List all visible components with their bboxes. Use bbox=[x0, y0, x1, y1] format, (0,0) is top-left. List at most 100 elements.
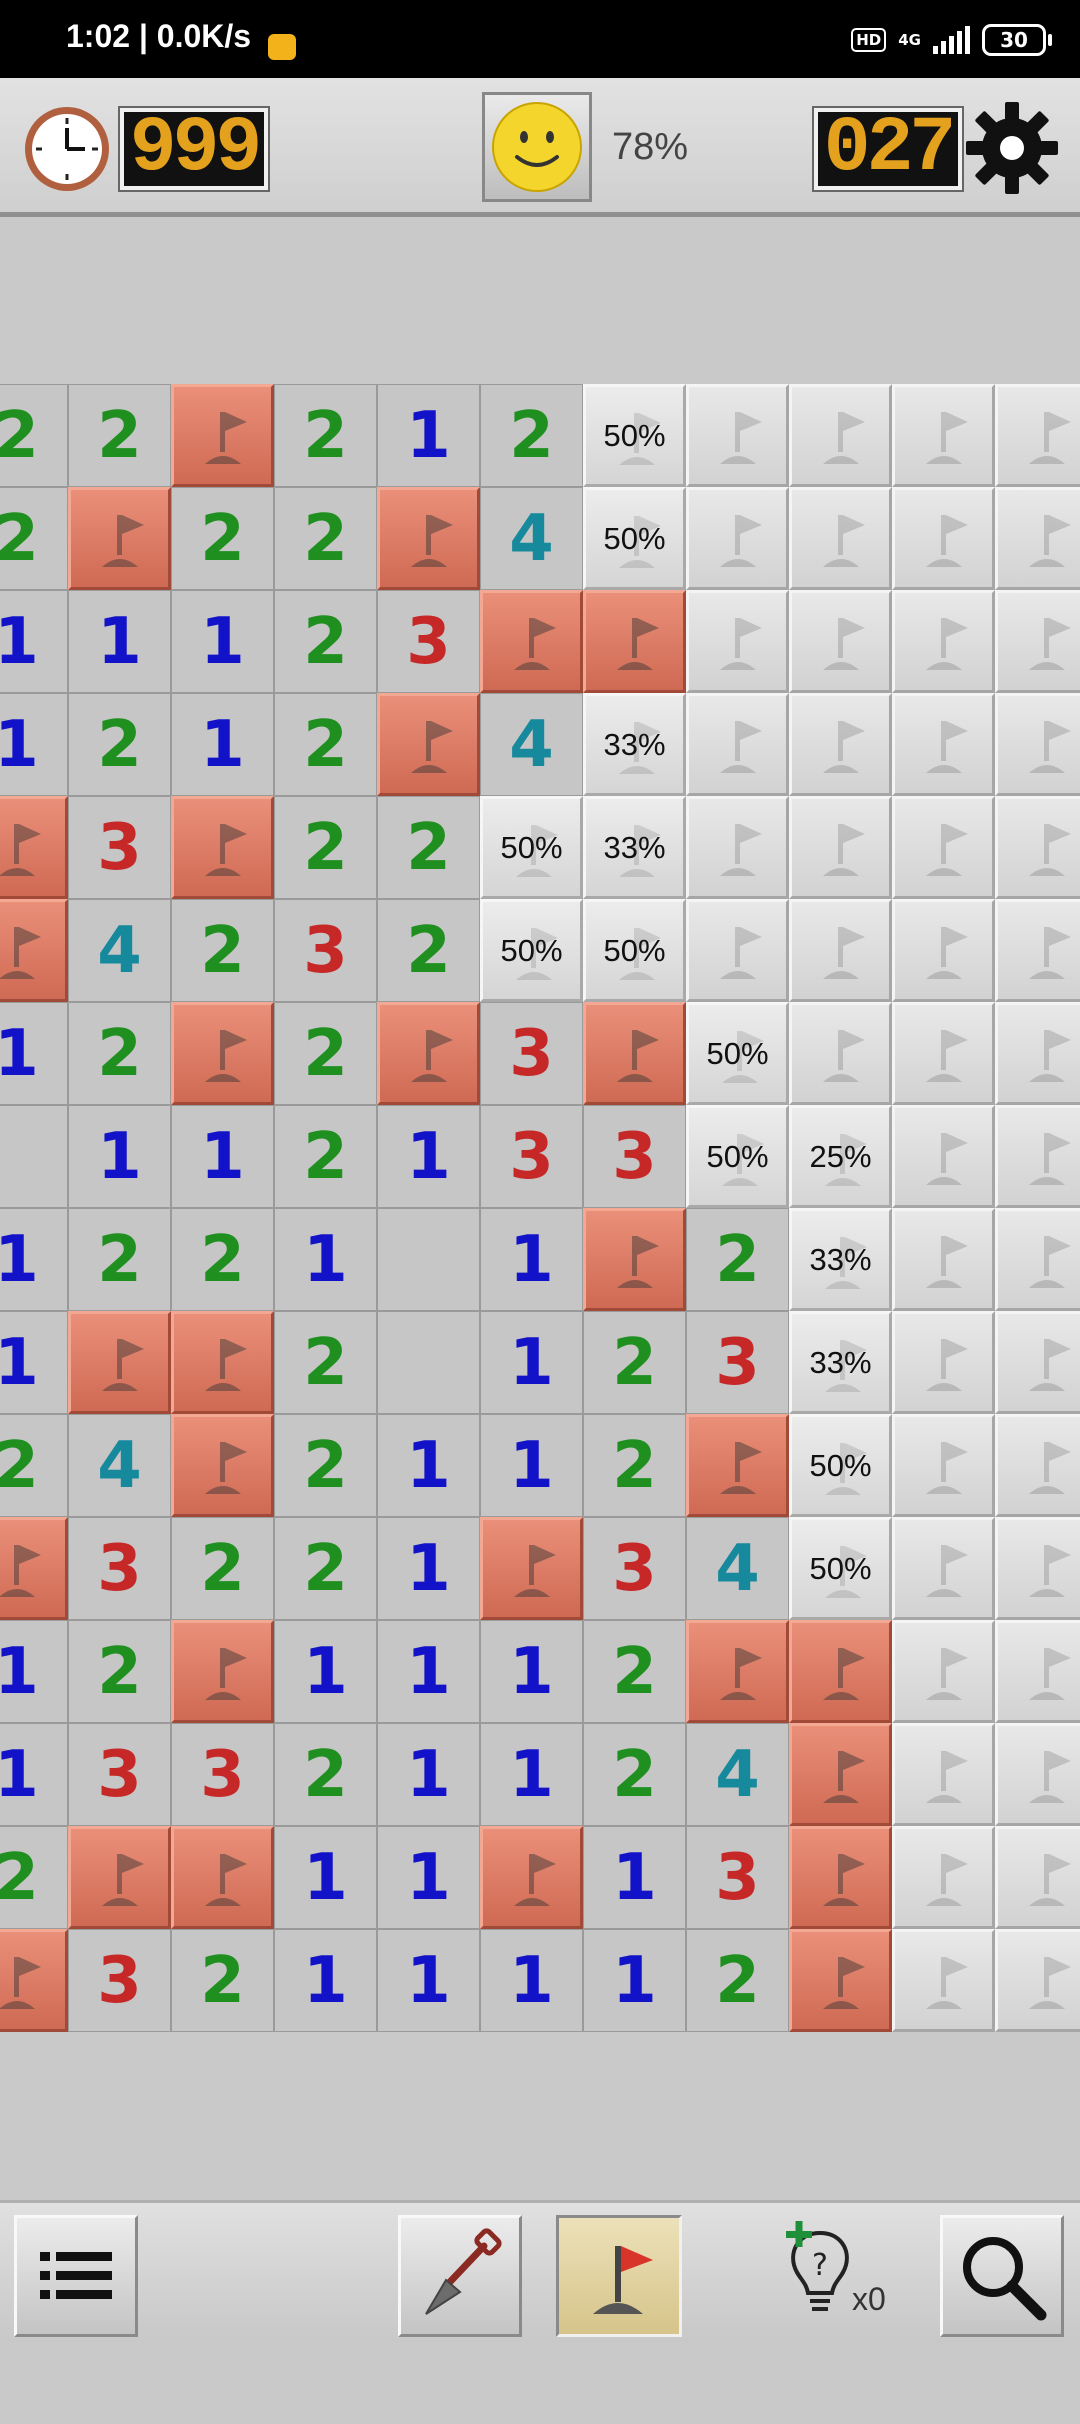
number-cell[interactable]: 2 bbox=[171, 1208, 274, 1311]
probability-cell[interactable]: 33% bbox=[583, 796, 686, 899]
number-cell[interactable]: 1 bbox=[480, 1620, 583, 1723]
number-cell[interactable]: 2 bbox=[171, 1929, 274, 2032]
number-cell[interactable]: 3 bbox=[480, 1105, 583, 1208]
number-cell[interactable]: 2 bbox=[68, 1620, 171, 1723]
flagged-cell[interactable] bbox=[68, 1311, 171, 1414]
number-cell[interactable]: 2 bbox=[274, 1723, 377, 1826]
number-cell[interactable]: 1 bbox=[171, 693, 274, 796]
number-cell[interactable]: 4 bbox=[68, 899, 171, 1002]
probability-cell[interactable]: 50% bbox=[583, 384, 686, 487]
number-cell[interactable]: 2 bbox=[0, 487, 68, 590]
unrevealed-cell[interactable] bbox=[789, 384, 892, 487]
unrevealed-cell[interactable] bbox=[995, 1414, 1080, 1517]
unrevealed-cell[interactable] bbox=[686, 384, 789, 487]
flagged-cell[interactable] bbox=[480, 590, 583, 693]
unrevealed-cell[interactable] bbox=[686, 487, 789, 590]
number-cell[interactable]: 1 bbox=[68, 1105, 171, 1208]
number-cell[interactable]: 3 bbox=[686, 1826, 789, 1929]
probability-cell[interactable]: 50% bbox=[480, 899, 583, 1002]
number-cell[interactable]: 4 bbox=[68, 1414, 171, 1517]
number-cell[interactable]: 2 bbox=[274, 1414, 377, 1517]
unrevealed-cell[interactable] bbox=[892, 796, 995, 899]
number-cell[interactable]: 1 bbox=[377, 1620, 480, 1723]
unrevealed-cell[interactable] bbox=[995, 1929, 1080, 2032]
unrevealed-cell[interactable] bbox=[892, 1002, 995, 1105]
flagged-cell[interactable] bbox=[171, 1620, 274, 1723]
hint-button[interactable]: ? x0 bbox=[780, 2215, 904, 2337]
menu-button[interactable] bbox=[14, 2215, 138, 2337]
number-cell[interactable]: 1 bbox=[480, 1311, 583, 1414]
number-cell[interactable]: 2 bbox=[0, 384, 68, 487]
number-cell[interactable]: 2 bbox=[171, 899, 274, 1002]
number-cell[interactable]: 1 bbox=[171, 1105, 274, 1208]
number-cell[interactable]: 2 bbox=[377, 796, 480, 899]
number-cell[interactable]: 1 bbox=[0, 1723, 68, 1826]
probability-cell[interactable]: 33% bbox=[789, 1311, 892, 1414]
number-cell[interactable]: 3 bbox=[171, 1723, 274, 1826]
unrevealed-cell[interactable] bbox=[789, 899, 892, 1002]
number-cell[interactable]: 3 bbox=[583, 1517, 686, 1620]
number-cell[interactable]: 1 bbox=[583, 1929, 686, 2032]
flagged-cell[interactable] bbox=[68, 487, 171, 590]
probability-cell[interactable]: 50% bbox=[789, 1517, 892, 1620]
number-cell[interactable]: 2 bbox=[0, 1414, 68, 1517]
number-cell[interactable]: 2 bbox=[686, 1208, 789, 1311]
unrevealed-cell[interactable] bbox=[995, 1826, 1080, 1929]
flagged-cell[interactable] bbox=[171, 1311, 274, 1414]
unrevealed-cell[interactable] bbox=[995, 693, 1080, 796]
probability-cell[interactable]: 50% bbox=[583, 899, 686, 1002]
dig-mode-button[interactable] bbox=[398, 2215, 522, 2337]
number-cell[interactable]: 1 bbox=[274, 1620, 377, 1723]
number-cell[interactable]: 2 bbox=[274, 693, 377, 796]
unrevealed-cell[interactable] bbox=[892, 1311, 995, 1414]
number-cell[interactable]: 1 bbox=[480, 1414, 583, 1517]
number-cell[interactable]: 2 bbox=[583, 1723, 686, 1826]
unrevealed-cell[interactable] bbox=[995, 487, 1080, 590]
empty-cell[interactable] bbox=[377, 1311, 480, 1414]
unrevealed-cell[interactable] bbox=[789, 487, 892, 590]
number-cell[interactable]: 4 bbox=[480, 487, 583, 590]
smiley-button[interactable] bbox=[482, 92, 592, 202]
number-cell[interactable]: 3 bbox=[377, 590, 480, 693]
unrevealed-cell[interactable] bbox=[892, 384, 995, 487]
number-cell[interactable]: 1 bbox=[480, 1723, 583, 1826]
unrevealed-cell[interactable] bbox=[892, 1723, 995, 1826]
unrevealed-cell[interactable] bbox=[686, 590, 789, 693]
flagged-cell[interactable] bbox=[686, 1414, 789, 1517]
unrevealed-cell[interactable] bbox=[892, 1105, 995, 1208]
flagged-cell[interactable] bbox=[789, 1826, 892, 1929]
number-cell[interactable]: 3 bbox=[480, 1002, 583, 1105]
number-cell[interactable]: 1 bbox=[0, 1311, 68, 1414]
unrevealed-cell[interactable] bbox=[995, 1723, 1080, 1826]
empty-cell[interactable] bbox=[377, 1208, 480, 1311]
number-cell[interactable]: 1 bbox=[377, 1414, 480, 1517]
number-cell[interactable]: 2 bbox=[68, 693, 171, 796]
unrevealed-cell[interactable] bbox=[789, 590, 892, 693]
number-cell[interactable]: 1 bbox=[480, 1929, 583, 2032]
number-cell[interactable]: 2 bbox=[274, 487, 377, 590]
flagged-cell[interactable] bbox=[377, 487, 480, 590]
flagged-cell[interactable] bbox=[171, 1002, 274, 1105]
flagged-cell[interactable] bbox=[377, 693, 480, 796]
unrevealed-cell[interactable] bbox=[995, 1105, 1080, 1208]
unrevealed-cell[interactable] bbox=[995, 1002, 1080, 1105]
unrevealed-cell[interactable] bbox=[995, 1208, 1080, 1311]
number-cell[interactable]: 2 bbox=[274, 590, 377, 693]
unrevealed-cell[interactable] bbox=[892, 1929, 995, 2032]
unrevealed-cell[interactable] bbox=[789, 693, 892, 796]
number-cell[interactable]: 1 bbox=[377, 1105, 480, 1208]
unrevealed-cell[interactable] bbox=[995, 1517, 1080, 1620]
probability-cell[interactable]: 33% bbox=[789, 1208, 892, 1311]
number-cell[interactable]: 4 bbox=[480, 693, 583, 796]
unrevealed-cell[interactable] bbox=[892, 487, 995, 590]
flagged-cell[interactable] bbox=[171, 1826, 274, 1929]
unrevealed-cell[interactable] bbox=[789, 796, 892, 899]
number-cell[interactable]: 2 bbox=[68, 1208, 171, 1311]
probability-cell[interactable]: 33% bbox=[583, 693, 686, 796]
number-cell[interactable]: 2 bbox=[68, 384, 171, 487]
unrevealed-cell[interactable] bbox=[789, 1002, 892, 1105]
number-cell[interactable]: 3 bbox=[686, 1311, 789, 1414]
number-cell[interactable]: 2 bbox=[171, 487, 274, 590]
empty-cell[interactable] bbox=[0, 1105, 68, 1208]
unrevealed-cell[interactable] bbox=[995, 384, 1080, 487]
